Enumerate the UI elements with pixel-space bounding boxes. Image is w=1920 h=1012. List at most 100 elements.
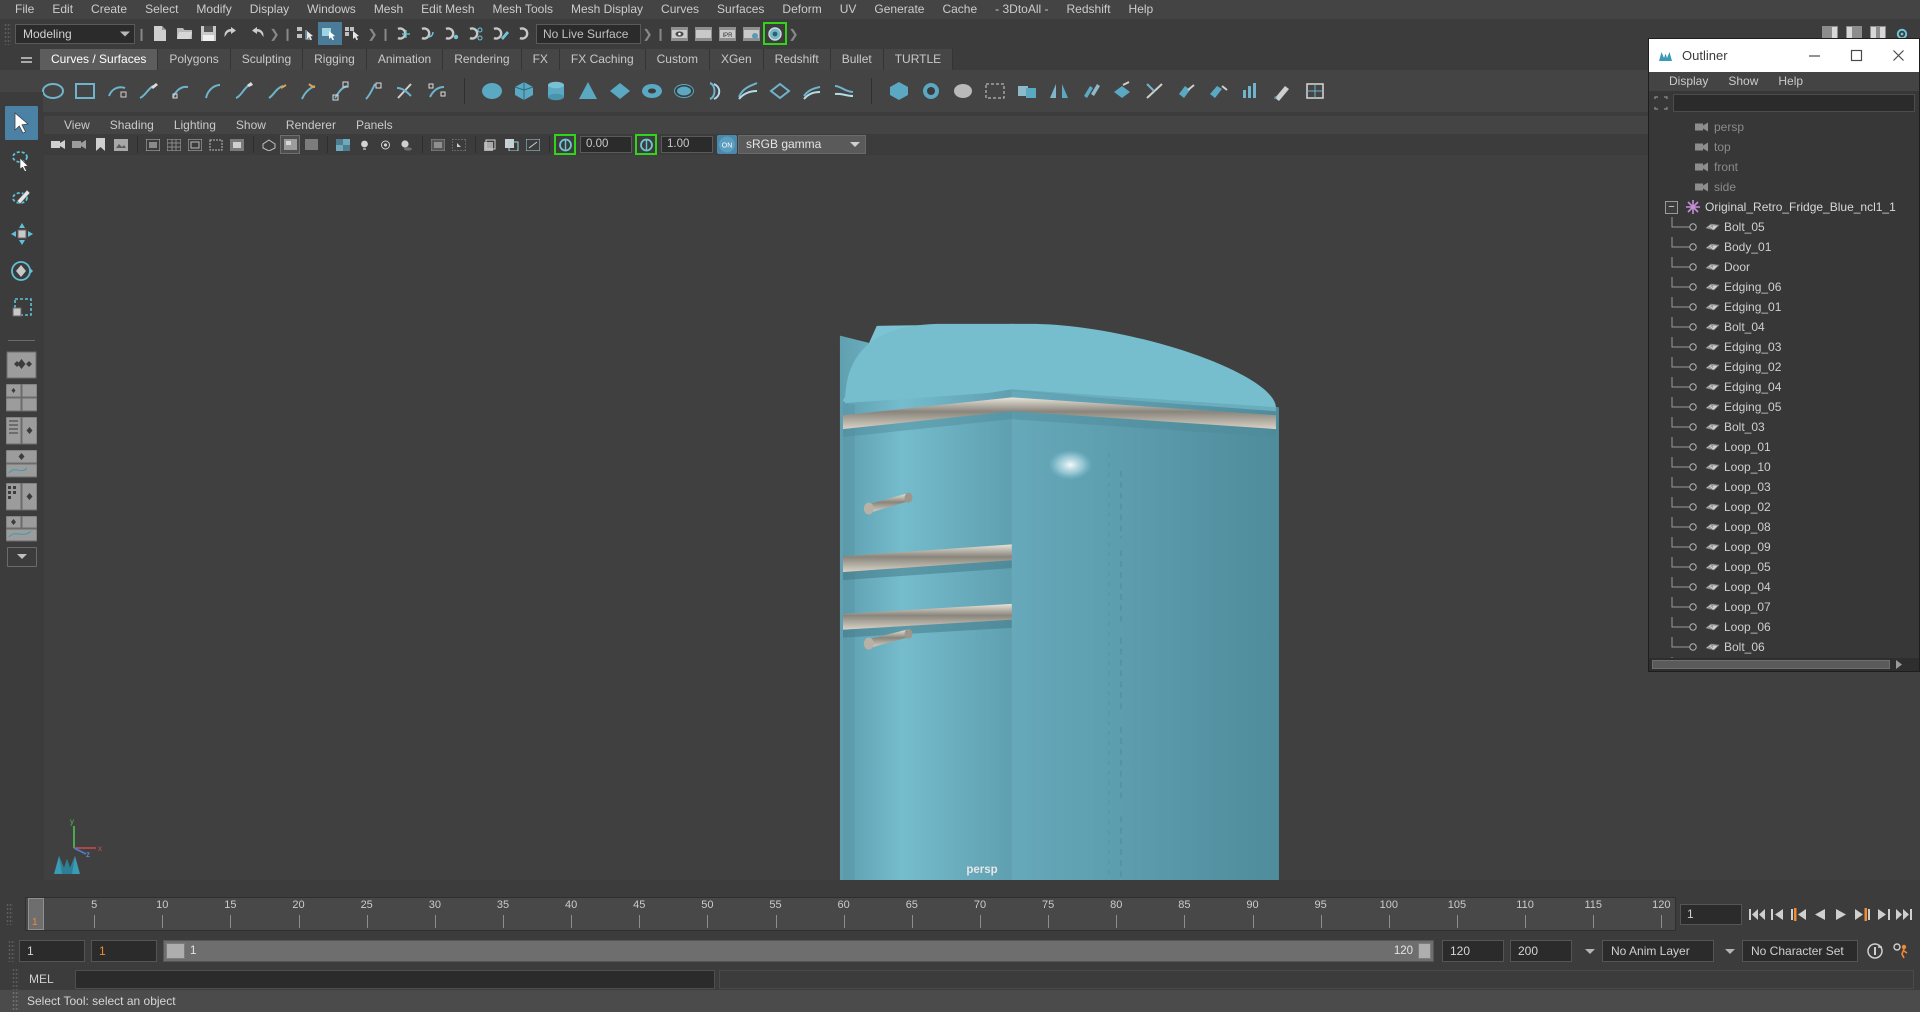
toolbar-drag-grip[interactable] (4, 22, 11, 45)
menu-item-create[interactable]: Create (82, 0, 136, 19)
grid-toggle-icon[interactable] (164, 135, 184, 154)
revolve-tool[interactable] (703, 78, 729, 104)
rotate-tool-button[interactable] (5, 254, 38, 288)
range-end-field[interactable]: 200 (1510, 940, 1572, 962)
go-to-end-button[interactable] (1893, 903, 1914, 925)
chevron-down-icon[interactable] (1585, 948, 1595, 954)
outliner-item-side[interactable]: side (1649, 177, 1919, 197)
menu-item-file[interactable]: File (6, 0, 43, 19)
outliner-item-Loop_06[interactable]: Loop_06 (1649, 617, 1919, 637)
outliner-item-Loop_05[interactable]: Loop_05 (1649, 557, 1919, 577)
sculpt-tool[interactable] (918, 78, 944, 104)
next-key-button[interactable] (1851, 903, 1872, 925)
bookmark-icon[interactable] (90, 135, 110, 154)
reduce-mesh-tool[interactable] (982, 78, 1008, 104)
exposure-field[interactable]: 0.00 (580, 136, 632, 153)
outliner-item-Edging_03[interactable]: Edging_03 (1649, 337, 1919, 357)
outliner-item-front[interactable]: front (1649, 157, 1919, 177)
texture-shading-icon[interactable] (333, 135, 353, 154)
nurbs-square-tool[interactable] (72, 78, 98, 104)
new-scene-button[interactable] (148, 22, 172, 45)
menu-item-modify[interactable]: Modify (187, 0, 240, 19)
two-point-circular-arc-tool[interactable] (104, 78, 130, 104)
range-start-field[interactable]: 1 (19, 940, 85, 962)
quick-layout-hypershade[interactable] (6, 483, 37, 511)
step-forward-button[interactable] (1872, 903, 1893, 925)
outliner-item-Door[interactable]: Door (1649, 257, 1919, 277)
range-handle-left[interactable] (166, 943, 185, 959)
live-surface-field[interactable]: No Live Surface (536, 23, 641, 44)
outliner-horizontal-scrollbar[interactable] (1649, 658, 1919, 671)
extrude-tool[interactable] (1110, 78, 1136, 104)
nurbs-cube-tool[interactable] (511, 78, 537, 104)
viewport-menu-renderer[interactable]: Renderer (276, 116, 346, 134)
loft-tool[interactable] (735, 78, 761, 104)
outliner-item-Bolt_03[interactable]: Bolt_03 (1649, 417, 1919, 437)
combine-mesh-tool[interactable] (1014, 78, 1040, 104)
image-plane-icon[interactable] (111, 135, 131, 154)
outliner-item-Loop_02[interactable]: Loop_02 (1649, 497, 1919, 517)
outliner-item-Bolt_05[interactable]: Bolt_05 (1649, 217, 1919, 237)
multisample-aa-icon[interactable] (481, 135, 501, 154)
save-scene-button[interactable] (196, 22, 220, 45)
snap-to-curve-button[interactable] (416, 22, 440, 45)
menu-item-select[interactable]: Select (136, 0, 187, 19)
outliner-item-Body_01[interactable]: Body_01 (1649, 237, 1919, 257)
nurbs-plane-tool[interactable] (607, 78, 633, 104)
time-slider-playhead[interactable]: 1 (28, 898, 44, 930)
anim-layer-dropdown[interactable]: No Anim Layer (1602, 940, 1714, 962)
bevel-tool[interactable] (1078, 78, 1104, 104)
nurbs-circle-primitive-tool[interactable] (671, 78, 697, 104)
menu-item-edit-mesh[interactable]: Edit Mesh (412, 0, 483, 19)
color-management-toggle[interactable]: ON (717, 135, 737, 154)
previous-key-button[interactable] (1788, 903, 1809, 925)
undo-button[interactable] (220, 22, 244, 45)
quick-layout-more-button[interactable] (6, 547, 37, 567)
move-tool-button[interactable] (5, 217, 38, 251)
chevron-down-icon[interactable] (1725, 948, 1735, 954)
nurbs-torus-tool[interactable] (639, 78, 665, 104)
snap-to-point-button[interactable] (440, 22, 464, 45)
render-current-frame-button[interactable] (667, 22, 691, 45)
menu-item-3dtoall[interactable]: - 3DtoAll - (986, 0, 1057, 19)
viewport-menu-panels[interactable]: Panels (346, 116, 403, 134)
maximize-icon[interactable] (1835, 39, 1877, 72)
curve-fillet-tool[interactable] (360, 78, 386, 104)
open-close-curves-tool[interactable] (328, 78, 354, 104)
menu-item-mesh[interactable]: Mesh (365, 0, 412, 19)
shelf-tab-curves-surfaces[interactable]: Curves / Surfaces (40, 49, 159, 70)
gate-mask-icon[interactable] (227, 135, 247, 154)
anim-end-field[interactable]: 120 (1442, 940, 1504, 962)
time-slider-grip[interactable] (6, 903, 13, 925)
birail-tool[interactable] (831, 78, 857, 104)
nurbs-cone-tool[interactable] (575, 78, 601, 104)
step-back-button[interactable] (1767, 903, 1788, 925)
outliner-item-Bolt_07[interactable]: Bolt_07 (1649, 657, 1919, 658)
outliner-item-Loop_09[interactable]: Loop_09 (1649, 537, 1919, 557)
outliner-item-Edging_02[interactable]: Edging_02 (1649, 357, 1919, 377)
outliner-item-Edging_05[interactable]: Edging_05 (1649, 397, 1919, 417)
expand-selection-icon[interactable] (1653, 95, 1669, 111)
outliner-menu-display[interactable]: Display (1659, 72, 1718, 91)
hypershade-button[interactable] (763, 22, 787, 45)
outliner-item-Edging_01[interactable]: Edging_01 (1649, 297, 1919, 317)
lasso-select-tool-button[interactable] (5, 143, 38, 177)
outliner-item-Bolt_06[interactable]: Bolt_06 (1649, 637, 1919, 657)
menu-item-help[interactable]: Help (1120, 0, 1163, 19)
film-gate-icon[interactable] (185, 135, 205, 154)
resolution-gate-icon[interactable] (206, 135, 226, 154)
snap-to-grid-button[interactable] (392, 22, 416, 45)
exposure-icon[interactable] (554, 134, 576, 155)
gamma-field[interactable]: 1.00 (661, 136, 713, 153)
play-forwards-button[interactable] (1830, 903, 1851, 925)
shelf-tab-polygons[interactable]: Polygons (158, 49, 231, 70)
range-slider-bar[interactable]: 1 120 (163, 940, 1434, 962)
make-live-button[interactable] (512, 22, 536, 45)
shelf-tab-xgen[interactable]: XGen (709, 49, 764, 70)
character-set-dropdown[interactable]: No Character Set (1742, 940, 1858, 962)
shelf-tab-redshift[interactable]: Redshift (763, 49, 831, 70)
viewport-menu-view[interactable]: View (54, 116, 100, 134)
menu-item-mesh-tools[interactable]: Mesh Tools (484, 0, 562, 19)
mirror-mesh-tool[interactable] (1046, 78, 1072, 104)
outliner-item-Loop_10[interactable]: Loop_10 (1649, 457, 1919, 477)
